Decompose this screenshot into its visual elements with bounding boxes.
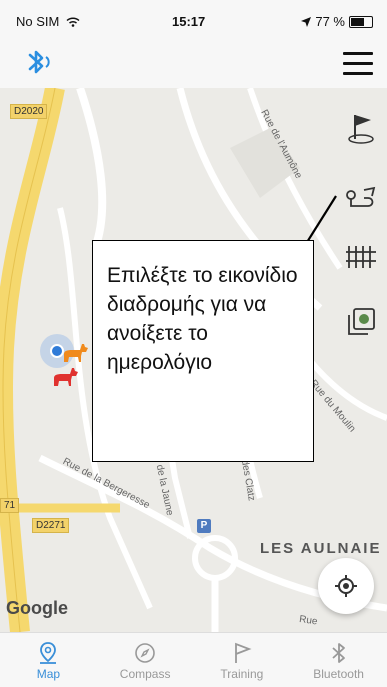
fence-icon — [346, 246, 376, 268]
place-label: LES AULNAIE — [260, 540, 382, 557]
tab-map[interactable]: Map — [0, 633, 97, 687]
battery-percent: 77 % — [315, 14, 345, 29]
bluetooth-button[interactable] — [24, 46, 60, 78]
tab-label: Bluetooth — [313, 667, 364, 681]
tab-label: Compass — [119, 667, 171, 681]
route-log-button[interactable] — [341, 178, 381, 218]
battery-status: 77 % — [301, 14, 373, 29]
hamburger-menu-button[interactable] — [343, 48, 373, 75]
top-navigation-bar — [0, 36, 387, 89]
google-attribution: Google — [6, 598, 68, 618]
center-location-button[interactable] — [318, 558, 374, 614]
map-pin-icon — [40, 642, 57, 664]
tab-training[interactable]: Training — [194, 633, 291, 687]
tab-label: Training — [220, 667, 264, 681]
crosshair-icon — [335, 575, 357, 597]
parking-icon: P — [197, 519, 211, 533]
route-icon — [346, 186, 376, 207]
fence-button[interactable] — [341, 236, 381, 276]
clock: 15:17 — [172, 14, 206, 29]
tab-bluetooth[interactable]: Bluetooth — [290, 633, 387, 687]
flag-icon — [234, 642, 252, 663]
carrier-text: No SIM — [16, 14, 60, 29]
map-layers-icon — [348, 308, 375, 335]
street-label: Rue — [298, 614, 319, 628]
flag-marker-button[interactable] — [341, 108, 381, 148]
instruction-callout: Επιλέξτε το εικονίδιο διαδρομής για να α… — [92, 240, 314, 462]
carrier-label: No SIM — [16, 14, 80, 29]
road-badge: D2271 — [32, 518, 70, 533]
bottom-tab-bar: Map Compass Training Bluetooth — [0, 632, 387, 687]
tab-label: Map — [36, 667, 61, 681]
road-badge: 71 — [0, 498, 20, 513]
location-arrow-icon — [301, 16, 312, 27]
dog-orange-icon — [64, 344, 88, 362]
bluetooth-connected-icon — [28, 50, 50, 74]
map-layers-button[interactable] — [341, 302, 381, 342]
road-badge: D2020 — [10, 104, 48, 119]
dog-red-icon — [54, 368, 78, 386]
compass-icon — [135, 643, 155, 663]
wifi-icon — [66, 17, 80, 27]
status-bar: No SIM 15:17 77 % — [0, 0, 387, 36]
tab-compass[interactable]: Compass — [97, 633, 194, 687]
battery-icon — [349, 15, 373, 28]
map-view[interactable]: D2020 71 D2271 Rue de l'Aumône Rue du Mo… — [0, 88, 387, 632]
flag-marker-icon — [348, 115, 374, 144]
bluetooth-icon — [332, 643, 345, 663]
